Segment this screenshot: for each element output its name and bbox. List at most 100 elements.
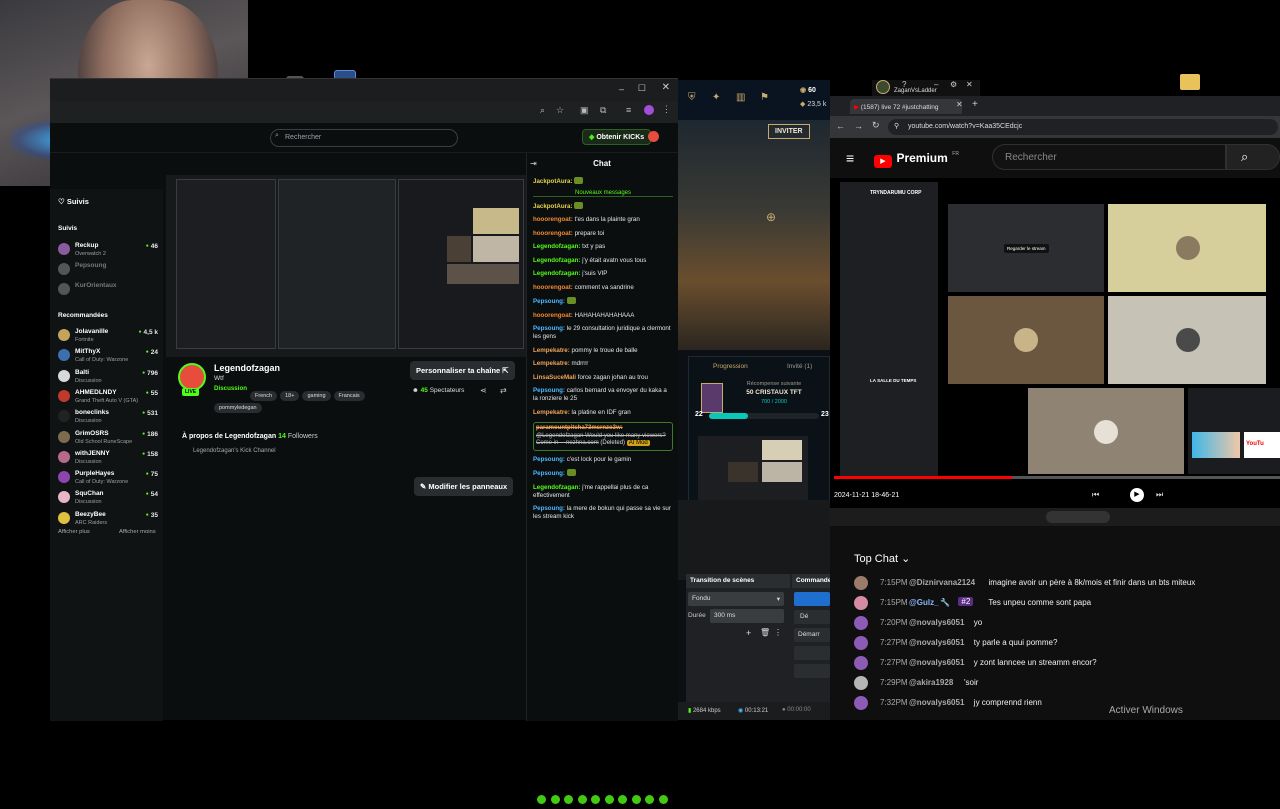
- minimize-icon[interactable]: –: [619, 84, 624, 94]
- close-icon[interactable]: ✕: [662, 82, 670, 93]
- tab-progression[interactable]: Progression: [713, 363, 748, 370]
- chat-username[interactable]: Pepsoung:: [533, 298, 565, 305]
- yt-search-input[interactable]: Rechercher: [992, 144, 1226, 170]
- chat-username[interactable]: hooorengoat:: [533, 230, 573, 237]
- back-icon[interactable]: ←: [836, 121, 845, 131]
- sidebar-channel-item[interactable]: BaltiDiscussion 796: [58, 368, 158, 388]
- sidebar-channel-item[interactable]: withJENNYDiscussion 158: [58, 449, 158, 469]
- invite-button[interactable]: INVITER: [768, 124, 810, 139]
- tag[interactable]: pommyledegan: [214, 403, 262, 413]
- obs-virtualcam-button[interactable]: Démarr: [794, 628, 830, 642]
- sidebar-channel-item[interactable]: PurpleHayesCall of Duty: Warzone 75: [58, 469, 158, 489]
- chat-username[interactable]: hooorengoat:: [533, 312, 573, 319]
- chat-username[interactable]: Legendofzagan:: [533, 243, 580, 250]
- emote-icon[interactable]: [537, 795, 546, 804]
- game-close-icon[interactable]: ✕: [966, 80, 973, 89]
- chat-message[interactable]: hooorengoat: prepare toi: [533, 230, 673, 238]
- yt-chat-username[interactable]: @novalys6051: [909, 618, 964, 627]
- yt-chat-message[interactable]: 7:32PM @novalys6051 jy comprennd rienn: [854, 694, 1274, 714]
- game-home-icon[interactable]: ⛨: [688, 92, 696, 103]
- yt-logo[interactable]: ▶ Premium FR: [874, 150, 959, 168]
- user-avatar[interactable]: [648, 131, 659, 142]
- chat-username[interactable]: Lempekatre:: [533, 360, 570, 367]
- profile-icon[interactable]: [644, 105, 654, 115]
- obs-studio-mode-button[interactable]: [794, 646, 830, 660]
- next-icon[interactable]: ⏭: [1156, 490, 1163, 500]
- yt-url-input[interactable]: ⚲ youtube.com/watch?v=Kaa35CEdcjc: [888, 119, 1278, 135]
- tag[interactable]: Francais: [333, 391, 365, 401]
- delete-transition-icon[interactable]: 🗑: [760, 628, 770, 637]
- chat-username[interactable]: Pepsoung:: [533, 325, 565, 332]
- share-icon[interactable]: ⋖: [480, 386, 487, 395]
- chat-username[interactable]: Lempekatre:: [533, 347, 570, 354]
- prev-icon[interactable]: ⏮: [1092, 490, 1099, 500]
- yt-chat-username[interactable]: @novalys6051: [909, 638, 964, 647]
- start-streaming-button[interactable]: [794, 592, 830, 606]
- yt-search-button[interactable]: ⌕: [1226, 144, 1280, 170]
- chat-message[interactable]: Pepsoung: carlos bernard va envoyer du k…: [533, 387, 673, 403]
- top-chat-dropdown[interactable]: Top Chat ⌄: [854, 552, 910, 565]
- sidebar-channel-item[interactable]: boneclinksDiscussion 531: [58, 408, 158, 428]
- show-more-link[interactable]: Afficher plus: [58, 529, 90, 535]
- maximize-icon[interactable]: ☐: [638, 83, 646, 94]
- emote-icon[interactable]: [591, 795, 600, 804]
- sidebar-channel-item[interactable]: KurOrientaux: [58, 281, 158, 301]
- game-settings-icon[interactable]: ⚙: [950, 80, 957, 89]
- sidebar-channel-item[interactable]: Pepsoung: [58, 261, 158, 281]
- chat-message[interactable]: Lempekatre: pommy le troue de balle: [533, 347, 673, 355]
- channel-avatar[interactable]: [178, 363, 206, 391]
- sidebar-channel-item[interactable]: AHMEDLNDYGrand Theft Auto V (GTA) 55: [58, 388, 158, 408]
- bookmark-star-icon[interactable]: ☆: [556, 105, 564, 116]
- chat-message[interactable]: Pepsoung: la mere de bokun qui passe sa …: [533, 505, 673, 521]
- chat-username[interactable]: Pepsoung:: [533, 387, 565, 394]
- emote-icon[interactable]: [618, 795, 627, 804]
- chat-username[interactable]: JackpotAura:: [533, 203, 573, 210]
- forward-icon[interactable]: →: [854, 121, 863, 131]
- sidebar-channel-item[interactable]: GrimOSRSOld School RuneScape 186: [58, 429, 158, 449]
- chat-toggle-icon[interactable]: ⇄: [500, 386, 507, 395]
- yt-chat-username[interactable]: @novalys6051: [909, 698, 964, 707]
- transition-menu-icon[interactable]: ⋮: [774, 628, 782, 637]
- kick-search-input[interactable]: ⌕ Rechercher: [270, 129, 458, 147]
- game-minimize-icon[interactable]: –: [934, 80, 938, 89]
- yt-chat-username[interactable]: @Gulz_: [909, 598, 939, 607]
- yt-chat-message[interactable]: 7:15PM @Gulz_ 🔧 #2 Tes unpeu comme sont papa: [854, 594, 1274, 614]
- puzzle-icon[interactable]: ⧉: [600, 105, 606, 116]
- chat-username[interactable]: Pepsoung:: [533, 505, 565, 512]
- yt-chat-message[interactable]: 7:27PM @novalys6051 ty parle a quui pomme?: [854, 634, 1274, 654]
- yt-progress-track[interactable]: [834, 476, 1280, 479]
- yt-chat-username[interactable]: @Diznirvana2124: [909, 578, 975, 587]
- video-player[interactable]: [166, 175, 526, 357]
- reading-list-icon[interactable]: ≡: [626, 105, 631, 115]
- game-profile-icon[interactable]: ✦: [712, 92, 720, 103]
- help-icon[interactable]: ?: [902, 80, 906, 89]
- yt-video-player[interactable]: TRYNDARUMU CORP LA SALLE DU TEMPS Regard…: [830, 178, 1280, 526]
- add-player-icon[interactable]: ⊕: [766, 210, 776, 224]
- chat-message[interactable]: LinsaSuceMali force zagan johan au trou: [533, 374, 673, 382]
- chat-username[interactable]: Legendofzagan:: [533, 257, 580, 264]
- yt-chat-message[interactable]: 7:27PM @novalys6051 y zont lanncee un stre…: [854, 654, 1274, 674]
- chat-message[interactable]: Pepsoung:: [533, 297, 673, 306]
- chat-message[interactable]: Pepsoung:: [533, 469, 673, 478]
- tab-invited[interactable]: Invité (1): [787, 363, 812, 370]
- chat-message[interactable]: Legendofzagan: j'suis VIP: [533, 270, 673, 278]
- folder-icon[interactable]: [1180, 74, 1200, 90]
- sidebar-channel-item[interactable]: SquChanDiscussion 54: [58, 489, 158, 509]
- chat-message[interactable]: Lempekatre: mdrrrr: [533, 360, 673, 368]
- chat-username[interactable]: JackpotAura:: [533, 178, 573, 185]
- emote-icon[interactable]: [564, 795, 573, 804]
- get-kicks-button[interactable]: ◈ Obtenir KICKs: [582, 129, 652, 145]
- yt-chat-message[interactable]: 7:15PM @Diznirvana2124 imagine avoir un pè…: [854, 574, 1274, 594]
- chat-message[interactable]: Pepsoung: c'est lock pour le gamin: [533, 456, 673, 464]
- yt-chat-username[interactable]: @novalys6051: [909, 658, 964, 667]
- transition-select[interactable]: Fondu ▾: [688, 592, 784, 606]
- obs-settings-button[interactable]: [794, 664, 830, 678]
- chat-username[interactable]: Legendofzagan:: [533, 484, 580, 491]
- zoom-icon[interactable]: ⌕: [540, 105, 545, 116]
- chat-username[interactable]: Pepsoung:: [533, 470, 565, 477]
- chat-message[interactable]: Pepsoung: le 29 consultation juridique a…: [533, 325, 673, 341]
- customize-channel-button[interactable]: Personnaliser ta chaîne ⇱: [410, 361, 515, 380]
- sidebar-channel-item[interactable]: BeezyBeeARC Raiders 35: [58, 510, 158, 530]
- chat-message[interactable]: JackpotAura:: [533, 201, 673, 211]
- chat-username[interactable]: Lempekatre:: [533, 409, 570, 416]
